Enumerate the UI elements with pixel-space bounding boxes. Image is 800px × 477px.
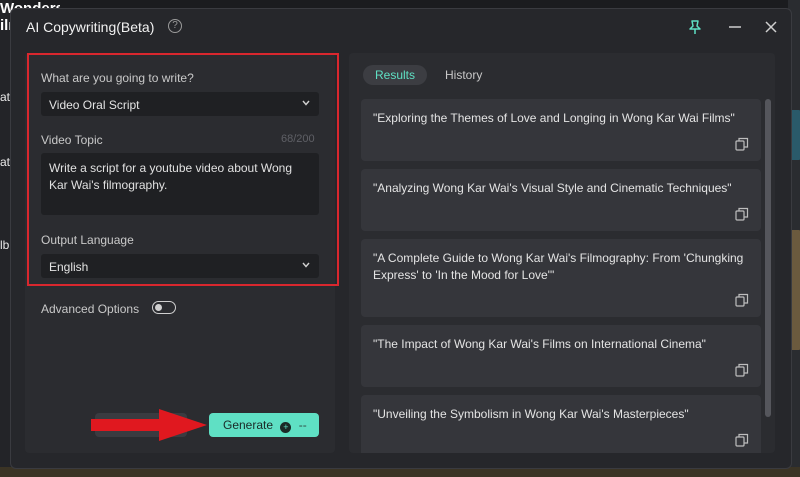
pin-icon[interactable] (685, 17, 705, 37)
result-text: "Unveiling the Symbolism in Wong Kar Wai… (373, 407, 689, 421)
result-card[interactable]: "A Complete Guide to Wong Kar Wai's Film… (361, 239, 761, 317)
results-scrollbar[interactable] (765, 99, 771, 419)
copy-icon[interactable] (735, 137, 749, 151)
result-text: "The Impact of Wong Kar Wai's Films on I… (373, 337, 706, 351)
copy-icon[interactable] (735, 293, 749, 307)
result-card[interactable]: "Exploring the Themes of Love and Longin… (361, 99, 761, 161)
copy-icon[interactable] (735, 363, 749, 377)
copy-icon[interactable] (735, 433, 749, 447)
result-text: "A Complete Guide to Wong Kar Wai's Film… (373, 251, 744, 282)
result-card[interactable]: "Analyzing Wong Kar Wai's Visual Style a… (361, 169, 761, 231)
advanced-options-label: Advanced Options (41, 302, 140, 316)
generate-label: Generate (223, 418, 274, 432)
ai-copywriting-dialog: AI Copywriting(Beta) ? What are you goin… (10, 8, 792, 469)
dialog-titlebar: AI Copywriting(Beta) ? (11, 9, 791, 45)
dialog-title: AI Copywriting(Beta) (26, 19, 155, 35)
minimize-icon[interactable] (725, 17, 745, 37)
results-panel: Results History "Exploring the Themes of… (349, 53, 775, 453)
result-text: "Analyzing Wong Kar Wai's Visual Style a… (373, 181, 732, 195)
tab-history[interactable]: History (433, 65, 494, 85)
scrollbar-thumb[interactable] (765, 99, 771, 417)
result-text: "Exploring the Themes of Love and Longin… (373, 111, 735, 125)
help-icon[interactable]: ? (168, 19, 182, 33)
generate-cost: -- (298, 418, 307, 432)
advanced-options-toggle[interactable] (152, 301, 176, 314)
tab-results[interactable]: Results (363, 65, 428, 85)
toggle-knob (155, 303, 162, 311)
generate-button[interactable]: Generate + -- (209, 413, 319, 437)
credit-icon: + (280, 422, 292, 433)
highlight-frame (27, 53, 339, 286)
close-icon[interactable] (761, 17, 781, 37)
copy-icon[interactable] (735, 207, 749, 221)
result-card[interactable]: "Unveiling the Symbolism in Wong Kar Wai… (361, 395, 761, 453)
result-card[interactable]: "The Impact of Wong Kar Wai's Films on I… (361, 325, 761, 387)
red-arrow-annotation (91, 409, 207, 441)
